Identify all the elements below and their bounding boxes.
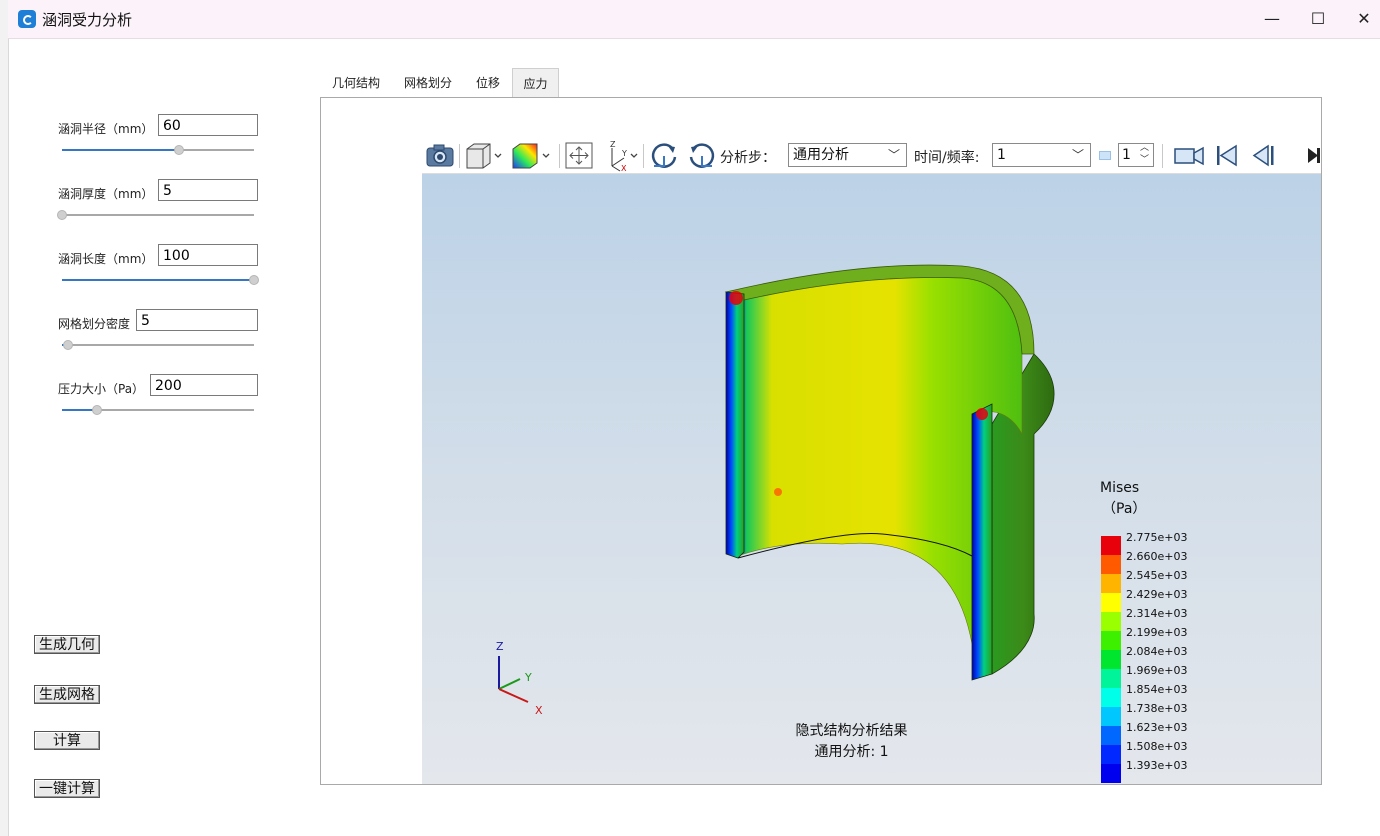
chevron-down-icon: ﹀ (887, 148, 900, 162)
legend-color-swatch (1101, 669, 1121, 688)
axis-x-label: X (535, 704, 543, 717)
analysis-step-value: 通用分析 (793, 147, 849, 163)
legend-color-swatch (1101, 688, 1121, 707)
legend-level-label: 2.084e+03 (1126, 645, 1188, 658)
thickness-label: 涵洞厚度（mm） (58, 187, 154, 201)
length-slider[interactable] (62, 274, 259, 286)
time-frequency-value: 1 (997, 147, 1006, 163)
one-click-compute-button[interactable]: 一键计算 (34, 779, 100, 798)
thickness-slider[interactable] (57, 209, 254, 221)
frame-spinbox-value: 1 (1122, 147, 1131, 163)
step-caption: 通用分析: 1 (814, 744, 889, 760)
result-caption: 隐式结构分析结果 (795, 723, 908, 739)
legend-level-label: 2.545e+03 (1126, 569, 1188, 582)
next-frame-icon[interactable] (1306, 138, 1320, 173)
analysis-step-select[interactable]: 通用分析 ﹀ (788, 143, 907, 167)
length-input[interactable]: 100 (158, 244, 258, 266)
left-window-edge (0, 0, 9, 836)
legend-title: Mises (1100, 480, 1140, 496)
chevron-down-icon: ﹀ (1071, 148, 1084, 162)
legend-level-label: 2.199e+03 (1126, 626, 1188, 639)
legend-color-swatch (1101, 555, 1121, 574)
compute-button[interactable]: 计算 (34, 731, 100, 750)
title-bar: 涵洞受力分析 — ☐ ✕ (8, 0, 1380, 39)
rotate-clockwise-icon[interactable] (648, 138, 680, 173)
legend-level-label: 1.969e+03 (1126, 664, 1188, 677)
slider-thumb[interactable] (62, 340, 73, 350)
length-label: 涵洞长度（mm） (58, 252, 154, 266)
viewer-toolbar: Z Y X 分析步： 通用分析 ﹀ 时间/频率: 1 ﹀ 1 ︿ ﹀ (422, 138, 1321, 174)
video-record-icon[interactable] (1172, 138, 1206, 173)
first-frame-icon[interactable] (1214, 138, 1240, 173)
legend-color-swatch (1101, 764, 1121, 783)
generate-geometry-button[interactable]: 生成几何 (34, 635, 100, 654)
legend-color-swatch (1101, 593, 1121, 612)
pressure-slider[interactable] (62, 404, 254, 416)
frame-slider[interactable] (1099, 151, 1111, 160)
view-cube-icon[interactable] (463, 138, 505, 173)
legend-level-label: 1.738e+03 (1126, 702, 1188, 715)
svg-text:Y: Y (621, 149, 627, 158)
slider-thumb[interactable] (249, 275, 259, 285)
legend-level-label: 2.314e+03 (1126, 607, 1188, 620)
3d-viewport[interactable]: Z Y X Mises （Pa） 2.775e+03 2.660e+03 2.545… (422, 174, 1321, 784)
time-frequency-label: 时间/频率: (914, 150, 980, 166)
window-title: 涵洞受力分析 (42, 11, 133, 29)
legend-level-label: 1.854e+03 (1126, 683, 1188, 696)
thickness-input[interactable]: 5 (158, 179, 258, 201)
radius-slider[interactable] (62, 144, 254, 156)
fit-view-icon[interactable] (563, 138, 595, 173)
contour-style-icon[interactable] (510, 138, 554, 173)
mesh-density-label: 网格划分密度 (58, 317, 131, 331)
spin-arrows-icon[interactable]: ︿ ﹀ (1140, 142, 1149, 166)
legend-level-label: 2.775e+03 (1126, 531, 1188, 544)
radius-input[interactable]: 60 (158, 114, 258, 136)
time-frequency-select[interactable]: 1 ﹀ (992, 143, 1091, 167)
legend-unit: （Pa） (1102, 501, 1147, 517)
legend-color-swatch (1101, 574, 1121, 593)
slider-thumb[interactable] (174, 145, 185, 155)
generate-mesh-button[interactable]: 生成网格 (34, 685, 100, 704)
svg-text:Z: Z (610, 140, 616, 149)
svg-text:X: X (621, 164, 627, 173)
pressure-label: 压力大小（Pa） (58, 382, 145, 396)
legend-color-swatch (1101, 536, 1121, 555)
previous-frame-icon[interactable] (1250, 138, 1278, 173)
legend-level-label: 2.429e+03 (1126, 588, 1188, 601)
axis-y-label: Y (525, 671, 532, 684)
slider-thumb[interactable] (57, 210, 67, 220)
slider-thumb[interactable] (91, 405, 102, 415)
app-logo-icon (18, 10, 36, 28)
legend-level-label: 2.660e+03 (1126, 550, 1188, 563)
frame-spinbox[interactable]: 1 ︿ ﹀ (1118, 143, 1154, 167)
legend-color-swatch (1101, 612, 1121, 631)
tab-stress[interactable]: 应力 (512, 68, 559, 97)
mesh-density-input[interactable]: 5 (136, 309, 258, 331)
pressure-input[interactable]: 200 (150, 374, 258, 396)
tab-displacement[interactable]: 位移 (465, 68, 511, 97)
tab-geometry[interactable]: 几何结构 (321, 68, 391, 97)
rotate-counterclockwise-icon[interactable] (686, 138, 718, 173)
tab-mesh[interactable]: 网格划分 (393, 68, 463, 97)
camera-icon[interactable] (424, 138, 456, 173)
axis-orientation-icon[interactable]: Z Y X (602, 138, 642, 173)
legend-color-swatch (1101, 650, 1121, 669)
maximize-button[interactable]: ☐ (1295, 0, 1341, 38)
mesh-density-slider[interactable] (62, 339, 254, 351)
axis-z-label: Z (496, 640, 504, 653)
close-button[interactable]: ✕ (1341, 0, 1380, 38)
legend-color-swatch (1101, 631, 1121, 650)
analysis-step-label: 分析步： (720, 150, 776, 166)
minimize-button[interactable]: — (1249, 0, 1295, 38)
radius-label: 涵洞半径（mm） (58, 122, 154, 136)
